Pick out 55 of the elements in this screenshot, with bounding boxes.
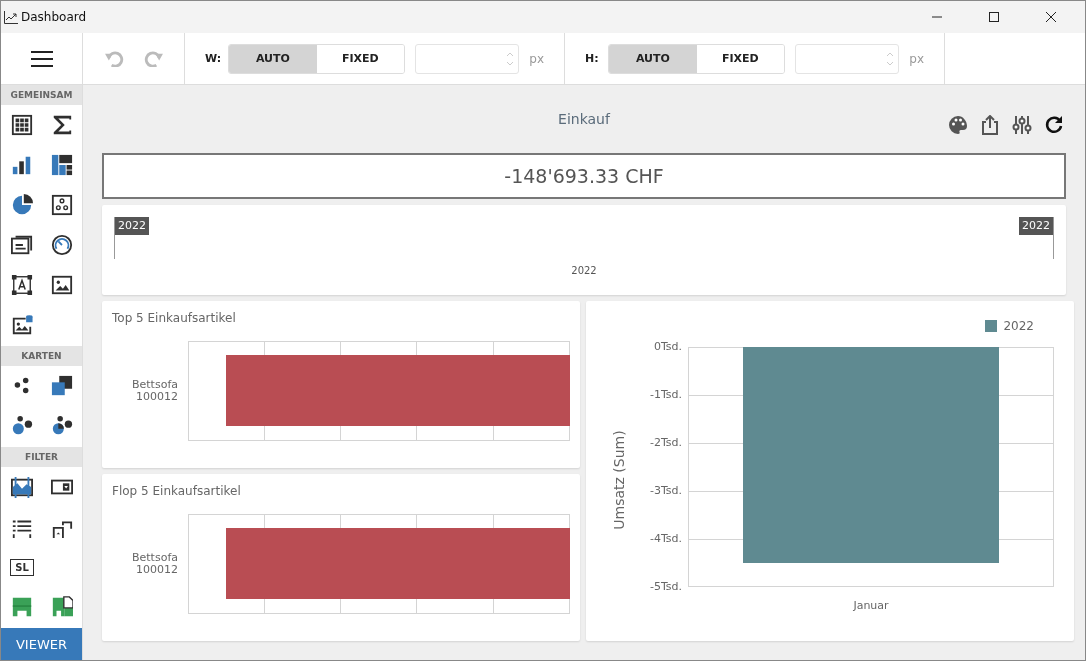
y-tick-label: 0Tsd. (653, 341, 682, 353)
size-label: W: (205, 52, 223, 65)
image-database-icon[interactable] (11, 314, 33, 336)
panel-title: Flop 5 Einkaufsartikel (112, 484, 242, 498)
legend-label: 2022 (1003, 319, 1034, 333)
section-header: KARTEN (1, 346, 82, 366)
y-tick-label: -1Tsd. (649, 389, 682, 401)
kpi-value: -148'693.33 CHF (504, 165, 664, 187)
save-icon[interactable] (11, 596, 33, 618)
unit-label: px (909, 51, 924, 66)
sl-badge-button[interactable]: SL (10, 558, 34, 576)
grid-icon[interactable] (11, 114, 33, 136)
unit-label: px (529, 51, 544, 66)
bar-chart-icon[interactable] (11, 154, 33, 176)
y-tick-label: -4Tsd. (649, 533, 682, 545)
range-end-handle[interactable]: 2022 (1019, 217, 1053, 235)
pie-bubbles-icon[interactable] (51, 415, 73, 437)
window-title: Dashboard (21, 10, 87, 24)
category-label: Bettsofa 100012 (131, 552, 178, 576)
x-tick-label: Januar (853, 599, 889, 612)
app-icon (4, 10, 18, 24)
export-icon[interactable] (980, 115, 1000, 135)
palette-icon[interactable] (948, 115, 968, 135)
pie-chart-icon[interactable] (11, 194, 33, 216)
size-input[interactable] (795, 43, 900, 74)
y-tick-label: -3Tsd. (649, 485, 682, 497)
save-new-icon[interactable] (51, 596, 73, 618)
section-header: GEMEINSAM (1, 85, 82, 105)
treemap-icon[interactable] (51, 154, 73, 176)
menu-icon[interactable] (30, 50, 53, 67)
range-start-handle[interactable]: 2022 (115, 217, 149, 235)
scatter-icon[interactable] (51, 194, 73, 216)
sliders-icon[interactable] (1012, 115, 1032, 135)
refresh-icon[interactable] (1044, 115, 1064, 135)
mode-toggle[interactable]: AUTO (229, 44, 317, 73)
text-box-icon[interactable] (11, 274, 33, 296)
viewer-button[interactable]: VIEWER (1, 628, 82, 660)
mode-toggle[interactable]: AUTO (609, 44, 697, 73)
bubbles-icon[interactable] (11, 415, 33, 437)
size-input[interactable] (415, 43, 520, 74)
y-tick-label: -2Tsd. (649, 437, 682, 449)
sigma-icon[interactable] (51, 114, 73, 136)
size-label: H: (585, 52, 600, 65)
y-axis-title: Umsatz (Sum) (611, 429, 627, 530)
gauge-icon[interactable] (51, 234, 73, 256)
y-tick-label: -5Tsd. (649, 581, 682, 593)
section-header: FILTER (1, 447, 82, 467)
dashboard-title: Einkauf (558, 111, 610, 127)
category-label: Bettsofa 100012 (131, 379, 178, 403)
panel-title: Top 5 Einkaufsartikel (112, 311, 237, 325)
layered-squares-icon[interactable] (51, 375, 73, 397)
image-icon[interactable] (51, 274, 73, 296)
range-icon[interactable] (11, 476, 33, 498)
axis-label: 2022 (570, 265, 598, 276)
cards-icon[interactable] (11, 234, 33, 256)
